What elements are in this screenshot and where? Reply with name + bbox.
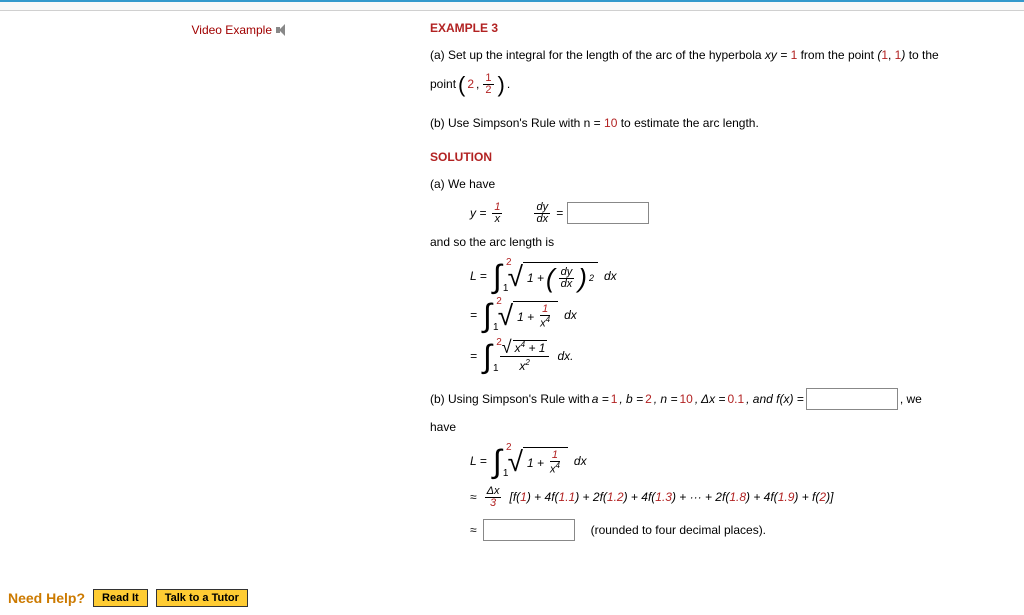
part-b-setup: (b) Using Simpson's Rule with a = 1 , b … <box>430 388 1004 410</box>
top-bar <box>0 0 1024 11</box>
video-example-link[interactable]: Video Example <box>192 23 291 37</box>
part-b-prompt: (b) Use Simpson's Rule with n = 10 to es… <box>430 114 1004 133</box>
left-column: Video Example <box>0 19 430 37</box>
page: Video Example EXAMPLE 3 (a) Set up the i… <box>0 11 1024 551</box>
y-equation: y = 1 x dy dx = <box>470 202 1004 225</box>
simpson-expansion: ≈ Δx 3 [f(1) + 4f(1.1) + 2f(1.2) + 4f(1.… <box>470 486 1004 509</box>
help-bar: Need Help? Read It Talk to a Tutor <box>8 589 248 607</box>
point-line: point ( 2 , 1 2 ) . <box>430 73 1004 96</box>
arc-length-integral-1: L = ∫ 2 1 √ 1 + ( dy dx ) 2 <box>470 262 1004 291</box>
result-line: ≈ (rounded to four decimal places). <box>470 519 1004 541</box>
read-it-button[interactable]: Read It <box>93 589 148 607</box>
arc-length-integral-2: = ∫ 2 1 √ 1 + 1 x4 dx <box>470 301 1004 330</box>
part-a-prompt: (a) Set up the integral for the length o… <box>430 46 1004 65</box>
simpson-integral: L = ∫ 2 1 √ 1 + 1 x4 dx <box>470 447 1004 476</box>
result-input[interactable] <box>483 519 575 541</box>
speaker-icon <box>276 24 290 36</box>
need-help-label: Need Help? <box>8 590 85 606</box>
have-line: have <box>430 418 1004 437</box>
video-example-text: Video Example <box>192 23 273 37</box>
talk-tutor-button[interactable]: Talk to a Tutor <box>156 589 248 607</box>
content-column: EXAMPLE 3 (a) Set up the integral for th… <box>430 19 1024 551</box>
a-we-have: (a) We have <box>430 175 1004 194</box>
fx-input[interactable] <box>806 388 898 410</box>
arc-length-integral-3: = ∫ 2 1 √ x4 + 1 x2 dx. <box>470 340 1004 372</box>
and-so: and so the arc length is <box>430 233 1004 252</box>
dydx-input[interactable] <box>567 202 649 224</box>
example-title: EXAMPLE 3 <box>430 19 1004 38</box>
solution-label: SOLUTION <box>430 148 1004 167</box>
